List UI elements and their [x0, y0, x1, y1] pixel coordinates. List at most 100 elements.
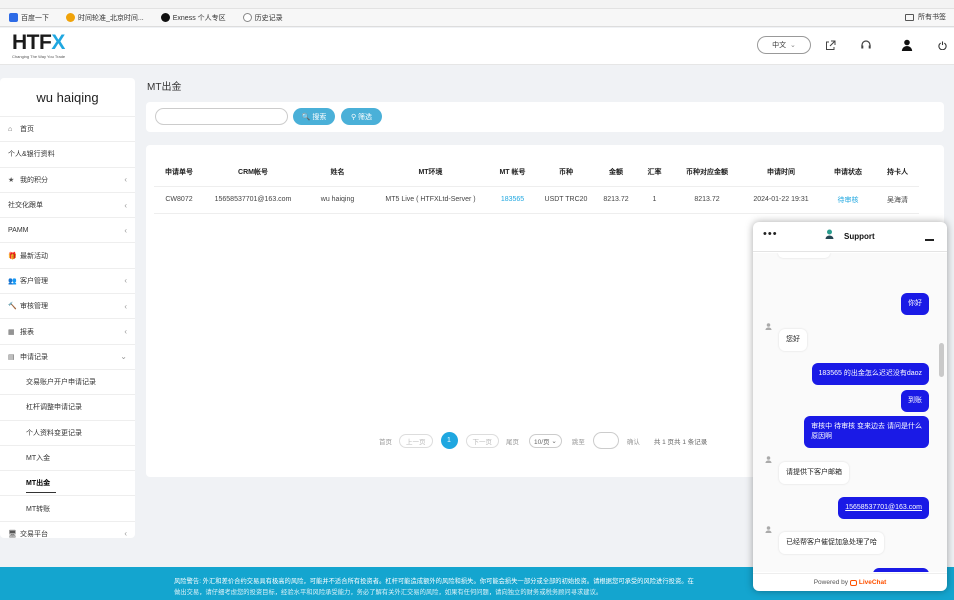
sidebar-item-label: 我的积分: [20, 176, 48, 184]
logo-tagline: Changing The Way You Trade: [12, 54, 66, 59]
table-cell: 1: [637, 186, 672, 214]
column-header[interactable]: MT环境: [373, 159, 488, 187]
bookmark-time[interactable]: 时间轮准_北京时间...: [66, 13, 144, 23]
column-header[interactable]: 申请单号: [154, 159, 204, 187]
withdrawal-table: 申请单号 CRM帐号 姓名 MT环境 MT 帐号 币种 金额 汇率 币种对应金额 申请时间 申请状态…: [154, 159, 919, 214]
current-page[interactable]: 1: [440, 432, 458, 449]
search-button[interactable]: 🔍 搜索: [293, 108, 335, 125]
column-header[interactable]: 币种对应金额: [672, 159, 742, 187]
sidebar-item-label: 个人&银行资料: [8, 151, 55, 159]
sidebar-item[interactable]: 🖥 交易平台 ‹: [0, 520, 135, 546]
sidebar-item[interactable]: ▤ 申请记录 ⌄: [0, 343, 135, 369]
sidebar-item[interactable]: MT转账: [0, 495, 135, 520]
language-select[interactable]: 中文 ⌄: [757, 36, 811, 54]
sidebar-item[interactable]: ★ 我的积分 ‹: [0, 166, 135, 192]
filter-toolbar: 🔍 搜索 ⚲ 筛选: [146, 102, 944, 132]
pager-summary: 共 1 页共 1 条记录: [653, 438, 708, 446]
table-header-row: 申请单号 CRM帐号 姓名 MT环境 MT 帐号 币种 金额 汇率 币种对应金额 申请时间 申请状态…: [154, 159, 919, 187]
sent-message: 到账: [901, 390, 929, 412]
user-icon[interactable]: [900, 38, 914, 52]
jump-input[interactable]: [592, 432, 619, 449]
table-cell: wu haiqing: [302, 186, 373, 214]
bookmark-history[interactable]: 历史记录: [242, 13, 283, 23]
sidebar-item-label: 社交化跟单: [8, 202, 43, 210]
chat-messages[interactable]: 你好 您好 183565 的出金怎么迟迟没有daoz 到账 审核中 待审核 变来边去 请…: [753, 253, 947, 572]
nav-icon: 🖥: [8, 530, 17, 538]
column-header[interactable]: 币种: [537, 159, 595, 187]
sidebar-item[interactable]: MT入金: [0, 444, 135, 470]
table-row[interactable]: CW8072 15658537701@163.com wu haiqing MT5 L…: [154, 186, 919, 214]
sidebar-item-label: 申请记录: [20, 353, 48, 361]
sent-message: 你好: [901, 293, 929, 315]
all-bookmarks[interactable]: 所有书签: [905, 12, 946, 22]
sidebar-item[interactable]: 个人资料变更记录: [0, 419, 135, 445]
sidebar-item[interactable]: 个人&银行资料: [0, 141, 135, 166]
power-icon[interactable]: [935, 38, 949, 52]
sidebar: wu haiqing ⌂ 首页 个人&银行资料 ★ 我的积分 ‹ 社交化跟单 ‹ PAMM ‹ 🎁 最…: [0, 78, 135, 538]
chevron-icon: ‹: [124, 276, 127, 286]
received-message: 您好: [779, 329, 807, 351]
bookmark-baidu[interactable]: 百度一下: [9, 13, 49, 23]
sidebar-item-label: MT出金: [26, 480, 51, 488]
column-header[interactable]: 金额: [595, 159, 637, 187]
chevron-icon: ⌄: [120, 352, 127, 362]
agent-avatar-icon: [765, 323, 773, 331]
folder-icon: [905, 13, 914, 21]
chat-scrollbar[interactable]: [939, 343, 944, 377]
first-page-link[interactable]: 首页: [379, 436, 392, 446]
sidebar-item[interactable]: 交易账户开户申请记录: [0, 368, 135, 394]
baidu-paw-icon: [9, 13, 18, 22]
powered-by[interactable]: Powered by LiveChat: [753, 573, 947, 591]
sidebar-item[interactable]: 👥 客户管理 ‹: [0, 267, 135, 293]
sidebar-item-label: 审核管理: [20, 303, 48, 311]
search-input[interactable]: [155, 108, 288, 125]
column-header[interactable]: 汇率: [637, 159, 672, 187]
chevron-down-icon: ⌄: [551, 437, 557, 445]
headset-icon[interactable]: [859, 38, 873, 52]
livechat-widget: ••• Support 你好 您好 183565 的出金怎么迟迟没有daoz 到账 审核…: [753, 222, 947, 591]
column-header[interactable]: CRM帐号: [204, 159, 302, 187]
column-header[interactable]: 持卡人: [876, 159, 919, 187]
next-page-button[interactable]: 下一页: [465, 433, 499, 448]
table-cell: 15658537701@163.com: [204, 186, 302, 214]
nav-icon: ▦: [8, 328, 15, 336]
previous-message-edge: [778, 253, 830, 258]
external-link-icon[interactable]: [823, 38, 837, 52]
column-header[interactable]: MT 帐号: [488, 159, 537, 187]
agent-avatar-icon: [825, 229, 834, 239]
table-cell: MT5 Live ( HTFXLtd-Server ): [373, 186, 488, 214]
column-header[interactable]: 申请状态: [820, 159, 876, 187]
sidebar-item[interactable]: 🔨 审核管理 ‹: [0, 293, 135, 318]
sidebar-item[interactable]: ▦ 报表 ‹: [0, 318, 135, 343]
sidebar-item[interactable]: 🎁 最新活动: [0, 242, 135, 267]
sidebar-item[interactable]: PAMM ‹: [0, 217, 135, 242]
bookmark-exness[interactable]: Exness 个人专区: [160, 13, 226, 23]
jump-confirm[interactable]: 确认: [627, 436, 640, 446]
filter-button[interactable]: ⚲ 筛选: [341, 108, 382, 125]
prev-page-button[interactable]: 上一页: [399, 433, 433, 448]
last-page-link[interactable]: 尾页: [506, 436, 519, 446]
table-cell[interactable]: 待审核: [820, 186, 876, 214]
page-size-select[interactable]: 10/页 ⌄: [529, 433, 562, 448]
sent-message: 催促加急？？: [873, 568, 929, 572]
pagination: 首页 上一页 1 下一页 尾页 10/页 ⌄ 跳至 确认 共 1 页共 1 条记…: [375, 432, 711, 449]
bookmarks-bar: 百度一下 时间轮准_北京时间... Exness 个人专区 历史记录 所有书签: [0, 9, 954, 27]
sidebar-item[interactable]: MT出金: [0, 470, 135, 495]
more-options-icon[interactable]: •••: [763, 228, 778, 240]
agent-avatar-icon: [765, 526, 773, 534]
sidebar-item[interactable]: 社交化跟单 ‹: [0, 191, 135, 217]
minimize-icon[interactable]: [925, 239, 934, 241]
exness-icon: [160, 13, 170, 22]
sidebar-item-label: 杠杆调整申请记录: [26, 404, 82, 412]
chevron-down-icon: ⌄: [790, 42, 796, 49]
address-bar[interactable]: [0, 0, 954, 9]
sidebar-item-label: MT转账: [26, 505, 51, 513]
jump-label: 跳至: [571, 438, 585, 446]
column-header[interactable]: 申请时间: [742, 159, 820, 187]
sidebar-item-label: 交易账户开户申请记录: [26, 379, 96, 387]
sidebar-item[interactable]: ⌂ 首页: [0, 116, 135, 141]
sidebar-item[interactable]: 杠杆调整申请记录: [0, 394, 135, 419]
table-cell[interactable]: 183565: [488, 186, 537, 214]
column-header[interactable]: 姓名: [302, 159, 373, 187]
htfx-logo[interactable]: HTFX: [12, 32, 65, 53]
